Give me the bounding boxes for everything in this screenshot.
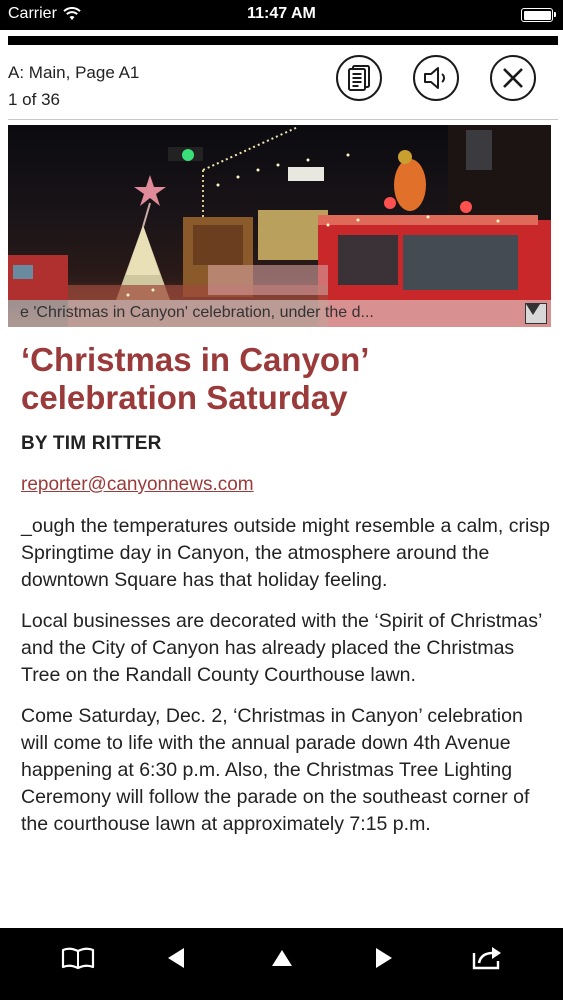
photo-caption: e 'Christmas in Canyon' celebration, und…	[20, 304, 374, 321]
photo-scene	[8, 125, 551, 327]
page-count: 1 of 36	[8, 90, 60, 109]
bottom-toolbar	[0, 928, 563, 1000]
article-headline: ‘Christmas in Canyon’ celebration Saturd…	[21, 341, 368, 416]
status-bar: Carrier 11:47 AM	[0, 0, 563, 30]
article-byline: BY TIM RITTER	[21, 433, 162, 454]
speaker-icon	[424, 67, 445, 89]
page-info: A: Main, Page A1 1 of 36	[8, 59, 139, 113]
section-label: A: Main, Page A1	[8, 63, 140, 82]
expand-caption-button[interactable]	[525, 303, 547, 324]
up-icon	[272, 950, 292, 966]
read-aloud-button[interactable]	[413, 55, 459, 101]
chevron-down-icon	[526, 304, 540, 315]
close-button[interactable]	[490, 55, 536, 101]
share-button[interactable]	[467, 942, 507, 974]
library-button[interactable]	[58, 942, 98, 974]
up-button[interactable]	[262, 942, 302, 974]
article-photo[interactable]: e 'Christmas in Canyon' celebration, und…	[8, 125, 551, 327]
clock: 11:47 AM	[247, 5, 316, 22]
book-icon	[61, 947, 95, 970]
share-icon	[472, 947, 501, 970]
photo-caption-bar: e 'Christmas in Canyon' celebration, und…	[8, 300, 551, 327]
previous-page-button[interactable]	[156, 942, 196, 974]
article-body: _ough the temperatures outside might res…	[21, 513, 551, 852]
article-text-icon	[348, 65, 370, 91]
article-paragraph: _ough the temperatures outside might res…	[21, 515, 550, 591]
header-divider	[8, 119, 558, 120]
article-text-button[interactable]	[336, 55, 382, 101]
battery-icon	[521, 8, 556, 22]
close-icon	[503, 68, 523, 88]
next-icon	[376, 948, 392, 968]
previous-icon	[168, 948, 184, 968]
next-page-button[interactable]	[364, 942, 404, 974]
top-divider	[8, 36, 558, 45]
article-paragraph: Come Saturday, Dec. 2, ‘Christmas in Can…	[21, 705, 530, 835]
author-email-link[interactable]: reporter@canyonnews.com	[21, 474, 254, 496]
article-paragraph: Local businesses are decorated with the …	[21, 610, 542, 686]
